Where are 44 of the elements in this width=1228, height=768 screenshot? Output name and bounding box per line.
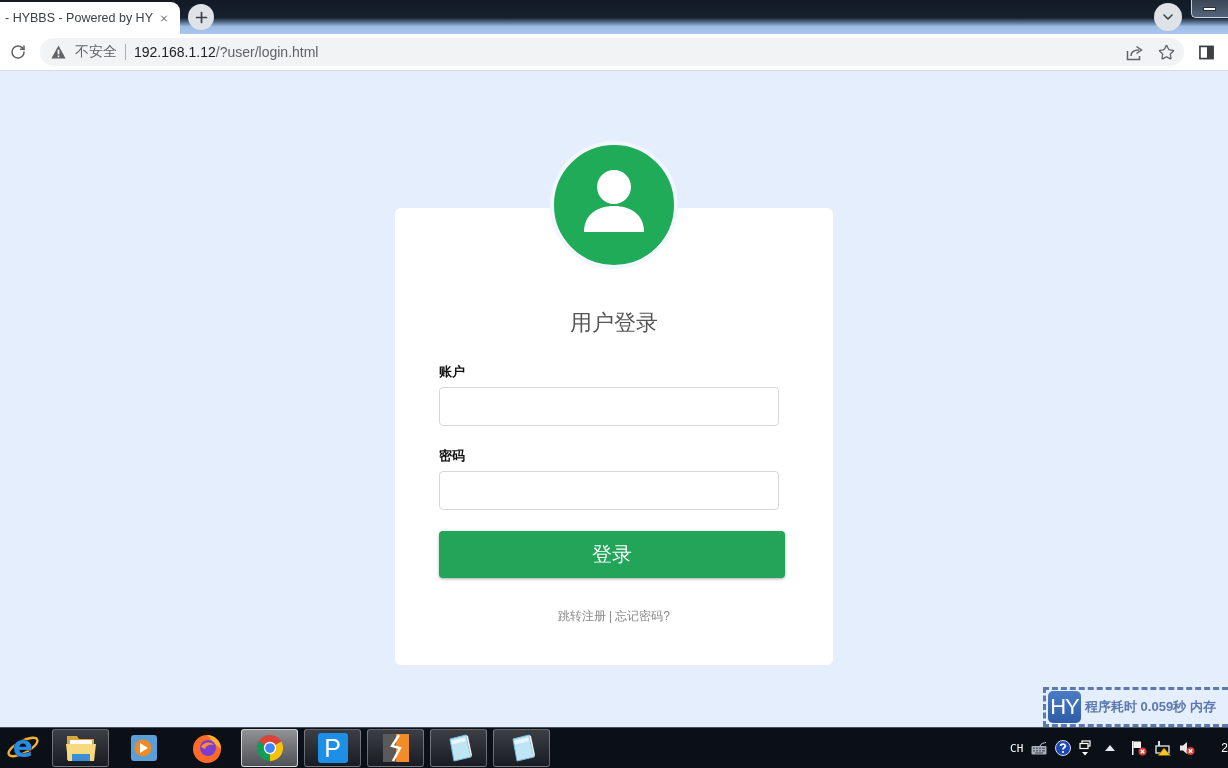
play-tile-icon xyxy=(129,734,158,762)
folder-icon xyxy=(64,733,97,763)
fox-globe-icon xyxy=(190,732,223,764)
circle-logo-icon xyxy=(254,733,285,763)
login-title: 用户登录 xyxy=(569,310,659,336)
forgot-password-link[interactable]: 忘记密码? xyxy=(615,608,670,624)
security-chip[interactable]: 不安全 xyxy=(51,43,117,61)
flag-icon[interactable] xyxy=(1131,740,1148,756)
language-indicator[interactable]: CH xyxy=(1010,741,1024,755)
input-field[interactable] xyxy=(439,471,779,510)
minimize-button[interactable] xyxy=(1191,0,1228,18)
browser-tab[interactable]: - HYBBS - Powered by HY xyxy=(0,2,180,34)
url-text: 192.168.1.12/?user/login.html xyxy=(134,44,320,60)
muted-speaker-icon[interactable] xyxy=(1179,740,1196,756)
keyboard-icon[interactable] xyxy=(1031,741,1048,755)
warning-icon xyxy=(51,45,66,59)
link-separator: | xyxy=(609,608,613,624)
field-label: 密码 xyxy=(439,447,466,465)
reload-icon xyxy=(10,44,26,60)
logo-icon: HY xyxy=(1048,691,1081,723)
tab-search-button[interactable] xyxy=(1154,3,1182,31)
share-icon[interactable] xyxy=(1126,43,1144,61)
help-icon[interactable] xyxy=(1055,740,1072,756)
input-field[interactable] xyxy=(439,387,779,426)
restore-icon[interactable] xyxy=(1079,740,1092,756)
debug-text: 程序耗时 0.059秒 内存 xyxy=(1085,698,1216,716)
clock-text[interactable]: 2 xyxy=(1221,741,1228,755)
caret-up-icon[interactable] xyxy=(1105,745,1116,751)
login-button[interactable]: 登录 xyxy=(439,531,785,578)
taskbar-button[interactable] xyxy=(430,729,487,767)
network-icon[interactable] xyxy=(1155,740,1172,756)
address-field[interactable]: 不安全 192.168.1.12/?user/login.html xyxy=(40,38,1184,66)
taskbar-button[interactable] xyxy=(367,729,424,767)
p-app-icon: P xyxy=(317,733,348,763)
bookmark-star-icon[interactable] xyxy=(1158,43,1175,61)
register-link[interactable]: 跳转注册 xyxy=(558,608,607,624)
taskbar-button[interactable] xyxy=(52,729,109,767)
side-panel-icon xyxy=(1198,44,1214,60)
lightning-icon xyxy=(380,732,411,764)
new-tab-button[interactable] xyxy=(188,4,214,30)
minimize-icon xyxy=(1203,6,1216,11)
taskbar-button[interactable]: P xyxy=(304,729,361,767)
taskbar-button[interactable] xyxy=(493,729,550,767)
field-label: 账户 xyxy=(439,363,466,381)
